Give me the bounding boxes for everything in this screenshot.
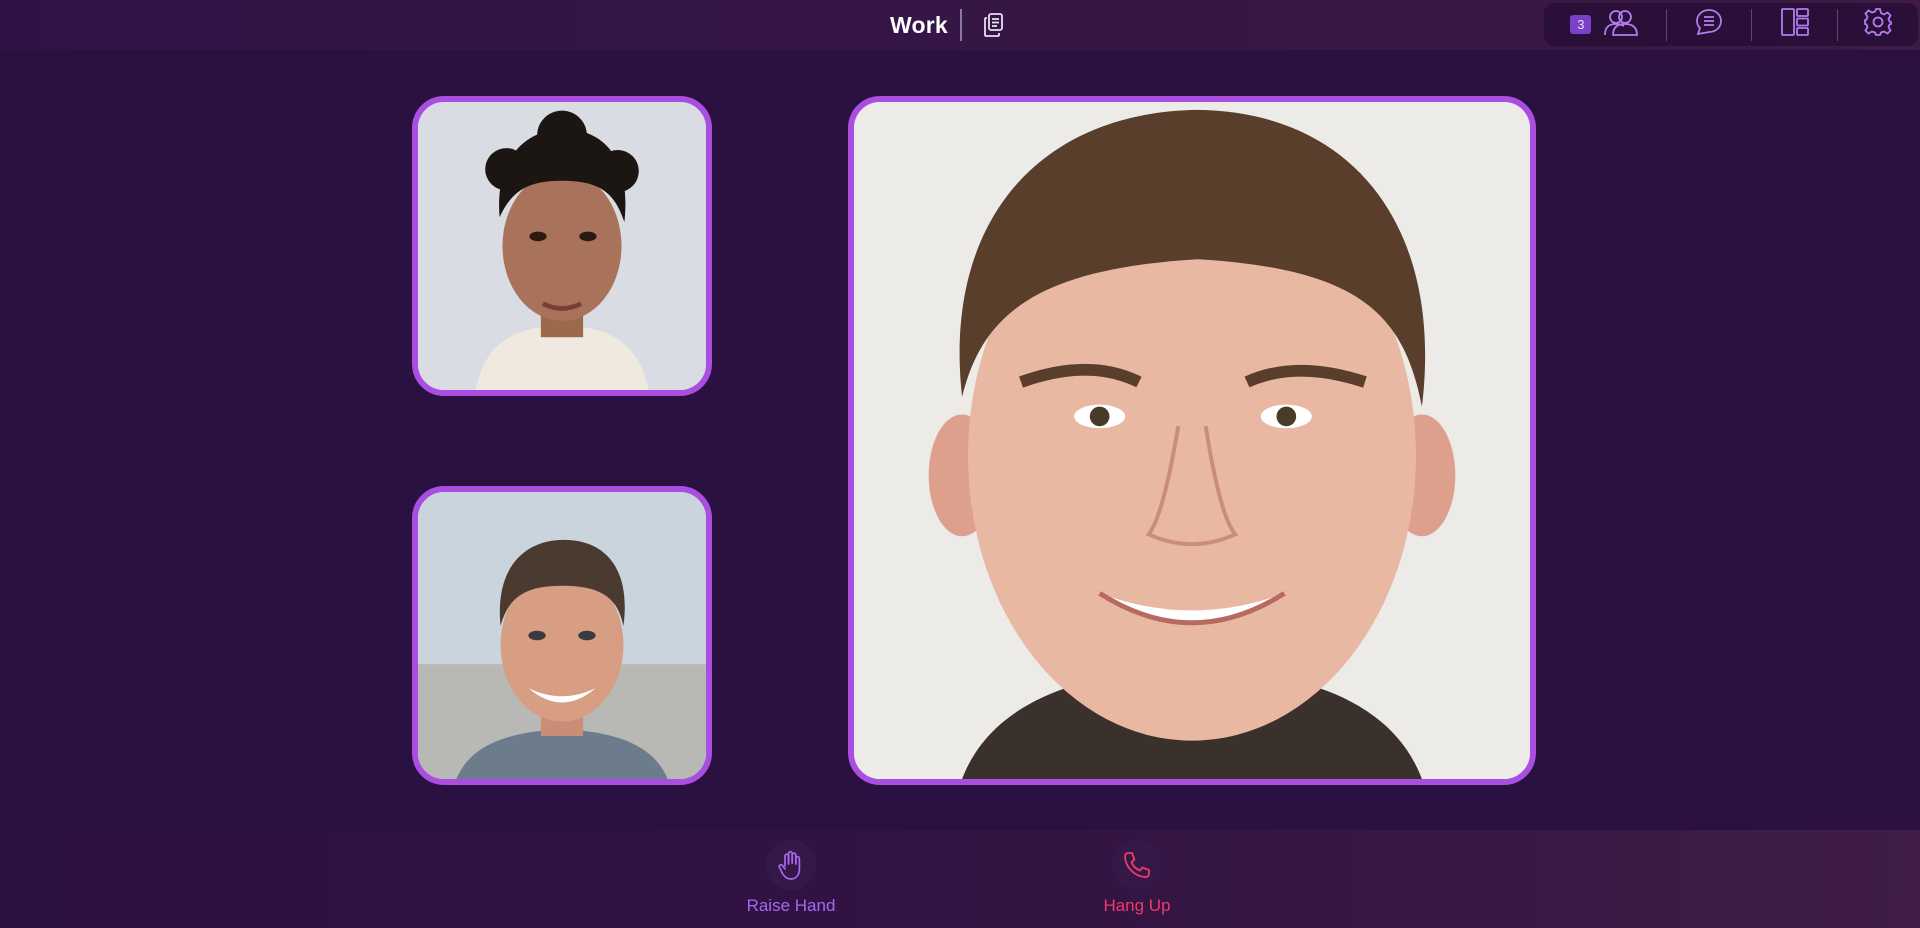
raise-hand-icon	[766, 840, 816, 890]
bottom-control-bar: Raise Hand Hang Up	[0, 830, 1920, 928]
participant-avatar	[854, 102, 1530, 779]
participant-video-tile[interactable]	[412, 96, 712, 396]
settings-icon	[1863, 7, 1893, 42]
layout-icon	[1780, 7, 1810, 42]
participant-avatar	[418, 102, 706, 390]
active-speaker-video-tile[interactable]	[848, 96, 1536, 785]
settings-button[interactable]	[1838, 3, 1918, 46]
participant-avatar	[418, 492, 706, 779]
raise-hand-label: Raise Hand	[746, 896, 836, 915]
room-title: Work	[890, 11, 948, 38]
layout-button[interactable]	[1752, 3, 1837, 46]
raise-hand-button[interactable]: Raise Hand	[731, 840, 851, 916]
participant-video-tile[interactable]	[412, 486, 712, 785]
right-toolbar: 3	[1544, 3, 1918, 46]
hang-up-phone-icon	[1112, 840, 1162, 890]
title-divider	[959, 9, 962, 41]
participant-count-badge: 3	[1570, 15, 1592, 34]
participants-button[interactable]: 3	[1544, 3, 1666, 46]
participants-icon	[1603, 8, 1639, 41]
top-bar: Work 3	[0, 0, 1920, 50]
copy-document-icon[interactable]	[980, 10, 1008, 40]
hang-up-label: Hang Up	[1103, 896, 1171, 915]
chat-button[interactable]	[1667, 3, 1752, 46]
room-title-group: Work	[890, 6, 1008, 44]
hang-up-button[interactable]: Hang Up	[1077, 840, 1197, 916]
chat-icon	[1694, 7, 1724, 42]
